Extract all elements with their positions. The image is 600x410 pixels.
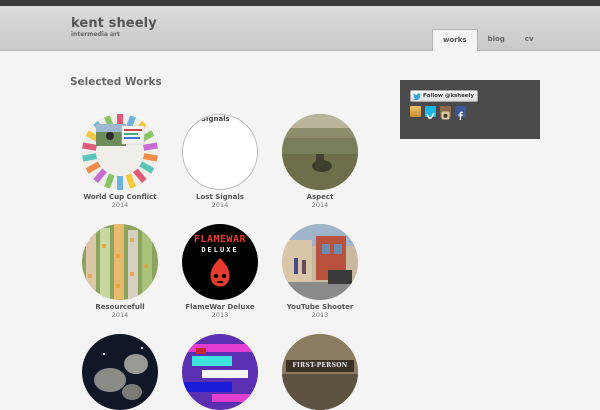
work-thumbnail[interactable] (82, 114, 158, 190)
twitter-bird-icon (413, 92, 421, 100)
site-header: kent sheely intermedia art works blog cv (0, 6, 600, 51)
work-item-asteroids[interactable] (70, 334, 170, 410)
work-item-aspect[interactable]: Aspect 2014 (270, 114, 370, 209)
instagram-icon[interactable] (440, 106, 451, 120)
work-item-first-person[interactable]: FIRST-PERSON (270, 334, 370, 410)
work-item-world-cup-conflict[interactable]: World Cup Conflict 2014 (70, 114, 170, 209)
rss-icon[interactable] (410, 106, 421, 117)
thumbnail-caption: FIRST-PERSON (292, 362, 348, 369)
work-title[interactable]: YouTube Shooter (270, 303, 370, 311)
work-thumbnail[interactable]: FIRST-PERSON (282, 334, 358, 410)
work-item-youtube-shooter[interactable]: YouTube Shooter 2013 (270, 224, 370, 319)
site-subtitle: intermedia art (71, 31, 120, 38)
site-brand[interactable]: kent sheely intermedia art (71, 17, 157, 39)
work-year: 2014 (311, 201, 329, 209)
nav-tab-blog[interactable]: blog (478, 29, 515, 50)
work-item-flamewar-deluxe[interactable]: FLAMEWAR DELUXE FlameWar Deluxe 2013 (170, 224, 270, 319)
work-title[interactable]: Resourcefull (70, 303, 170, 311)
work-item-glitch[interactable] (170, 334, 270, 410)
work-year: 2013 (311, 311, 329, 319)
work-title[interactable]: Aspect (270, 193, 370, 201)
twitter-follow-button[interactable]: Follow @ksheely (410, 90, 479, 102)
work-year: 2014 (111, 201, 129, 209)
social-icons (410, 106, 466, 120)
work-year: 2014 (211, 201, 229, 209)
work-title[interactable]: World Cup Conflict (70, 193, 170, 201)
thumbnail-caption: Signals (201, 115, 230, 123)
work-thumbnail[interactable]: FLAMEWAR DELUXE (182, 224, 258, 300)
work-thumbnail[interactable] (282, 114, 358, 190)
sidebar-widget: Follow @ksheely (400, 80, 540, 139)
follow-label: Follow @ksheely (423, 93, 475, 99)
vimeo-icon[interactable] (425, 106, 436, 119)
nav-tab-works[interactable]: works (432, 29, 478, 51)
work-item-resourcefull[interactable]: Resourcefull 2014 (70, 224, 170, 319)
work-thumbnail[interactable]: Signals (182, 114, 258, 190)
work-title[interactable]: Lost Signals (170, 193, 270, 201)
facebook-icon[interactable] (455, 106, 466, 120)
work-thumbnail[interactable] (182, 334, 258, 410)
nav-tab-cv[interactable]: cv (515, 29, 544, 50)
work-title[interactable]: FlameWar Deluxe (170, 303, 270, 311)
work-thumbnail[interactable] (282, 224, 358, 300)
work-item-lost-signals[interactable]: Signals Lost Signals 2014 (170, 114, 270, 209)
work-year: 2014 (111, 311, 129, 319)
work-thumbnail[interactable] (82, 224, 158, 300)
section-title: Selected Works (70, 76, 162, 88)
site-title[interactable]: kent sheely (71, 17, 157, 31)
main-nav: works blog cv (432, 29, 544, 51)
work-year: 2013 (211, 311, 229, 319)
work-thumbnail[interactable] (82, 334, 158, 410)
